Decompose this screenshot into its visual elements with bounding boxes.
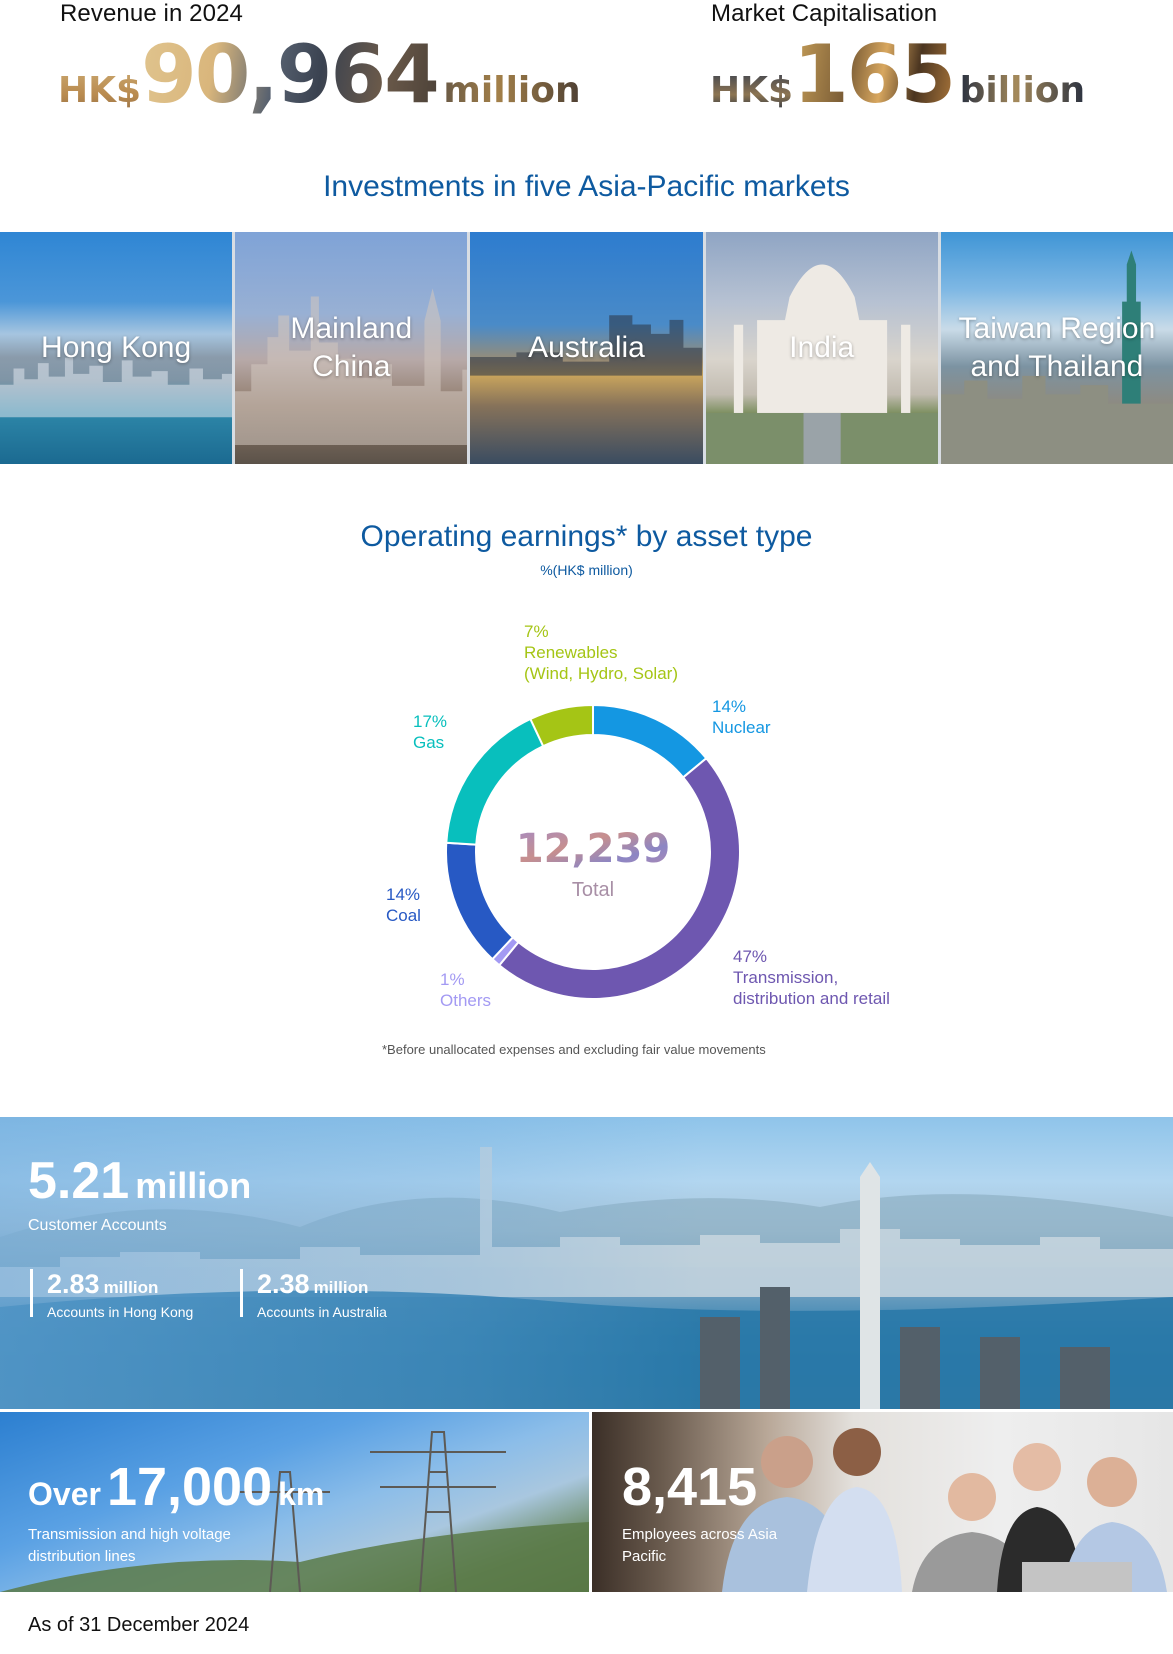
earnings-donut-chart: 14% Nuclear 47% Transmission, distribution a… [386, 622, 890, 1010]
revenue-figure: HK$90,964 million [58, 28, 581, 121]
market-cap-label: Market Capitalisation [711, 0, 938, 27]
earnings-footnote: *Before unallocated expenses and excludi… [382, 1042, 766, 1057]
market-label: Mainland China [290, 311, 413, 383]
slice-label: 17% Gas [413, 712, 447, 752]
market-cap-unit: billion [959, 70, 1086, 111]
market-tile-hong-kong[interactable]: Hong Kong [0, 232, 233, 464]
lines-value: 17,000 [106, 1457, 273, 1517]
market-label: Taiwan Region and Thailand [958, 311, 1156, 383]
market-label: Hong Kong [41, 330, 192, 364]
customer-accounts-value: 5.21 [28, 1152, 130, 1210]
donut-slice-transmission-distribution-and-retail [497, 756, 741, 1000]
revenue-currency: HK$ [58, 70, 142, 111]
employees-panel: 8,415 Employees across Asia Pacific [592, 1412, 1173, 1592]
slice-label: 14% Nuclear [712, 697, 771, 737]
employees-value: 8,415 [622, 1457, 758, 1517]
customer-accounts-caption: Customer Accounts [28, 1217, 167, 1234]
accounts-hk-unit: million [103, 1278, 159, 1297]
accounts-hk-value: 2.83 [47, 1269, 100, 1299]
slice-label: 1% Others [440, 970, 491, 1010]
slice-label: 7% Renewables (Wind, Hydro, Solar) [524, 622, 678, 683]
revenue-label: Revenue in 2024 [60, 0, 243, 27]
accounts-au-value: 2.38 [257, 1269, 310, 1299]
donut-slice-nuclear [592, 703, 708, 779]
center-total-value: 12,239 [516, 826, 670, 872]
market-cap-figure: HK$165 billion [710, 28, 1085, 121]
market-tile-india[interactable]: India [705, 232, 938, 464]
donut-slice-coal [445, 841, 515, 961]
employees-caption: Employees across Asia Pacific [622, 1526, 778, 1565]
accounts-au-unit: million [313, 1278, 369, 1297]
as-of-date: As of 31 December 2024 [28, 1614, 250, 1636]
slice-label: 14% Coal [386, 885, 421, 925]
market-tile-mainland-china[interactable]: Mainland China [235, 232, 468, 464]
revenue-unit: million [443, 70, 581, 111]
earnings-title: Operating earnings* by asset type [360, 520, 813, 553]
customer-accounts-total: 5.21 million [28, 1151, 251, 1211]
revenue-value: 90,964 [141, 28, 440, 121]
market-label: Australia [528, 330, 645, 364]
lines-unit: km [278, 1476, 325, 1512]
customer-accounts-unit: million [135, 1165, 252, 1206]
market-cap-currency: HK$ [710, 70, 794, 111]
donut-slice-renewables-wind-hydro-solar [529, 703, 594, 748]
market-tile-australia[interactable]: Australia [470, 232, 703, 464]
lines-caption: Transmission and high voltage distributi… [28, 1526, 231, 1565]
transmission-lines-figure: Over 17,000 km [28, 1456, 324, 1518]
market-tile-taiwan-thailand[interactable]: Taiwan Region and Thailand [940, 232, 1173, 464]
markets-title: Investments in five Asia-Pacific markets [323, 170, 850, 203]
lines-prefix: Over [28, 1476, 101, 1512]
market-label: India [789, 330, 855, 364]
center-total-label: Total [572, 879, 614, 901]
customer-accounts-panel: 5.21 million Customer Accounts 2.83 millio… [0, 1117, 1173, 1409]
slice-label: 47% Transmission, distribution and retail [733, 947, 890, 1008]
market-tiles: Hong Kong Mainland China Australia India… [0, 232, 1173, 464]
accounts-australia: 2.38 million Accounts in Australia [240, 1269, 387, 1320]
accounts-hk-caption: Accounts in Hong Kong [47, 1304, 194, 1320]
accounts-au-caption: Accounts in Australia [257, 1304, 387, 1320]
market-cap-value: 165 [793, 28, 956, 121]
transmission-lines-panel: Over 17,000 km Transmission and high volta… [0, 1412, 589, 1592]
accounts-hong-kong: 2.83 million Accounts in Hong Kong [30, 1269, 194, 1320]
